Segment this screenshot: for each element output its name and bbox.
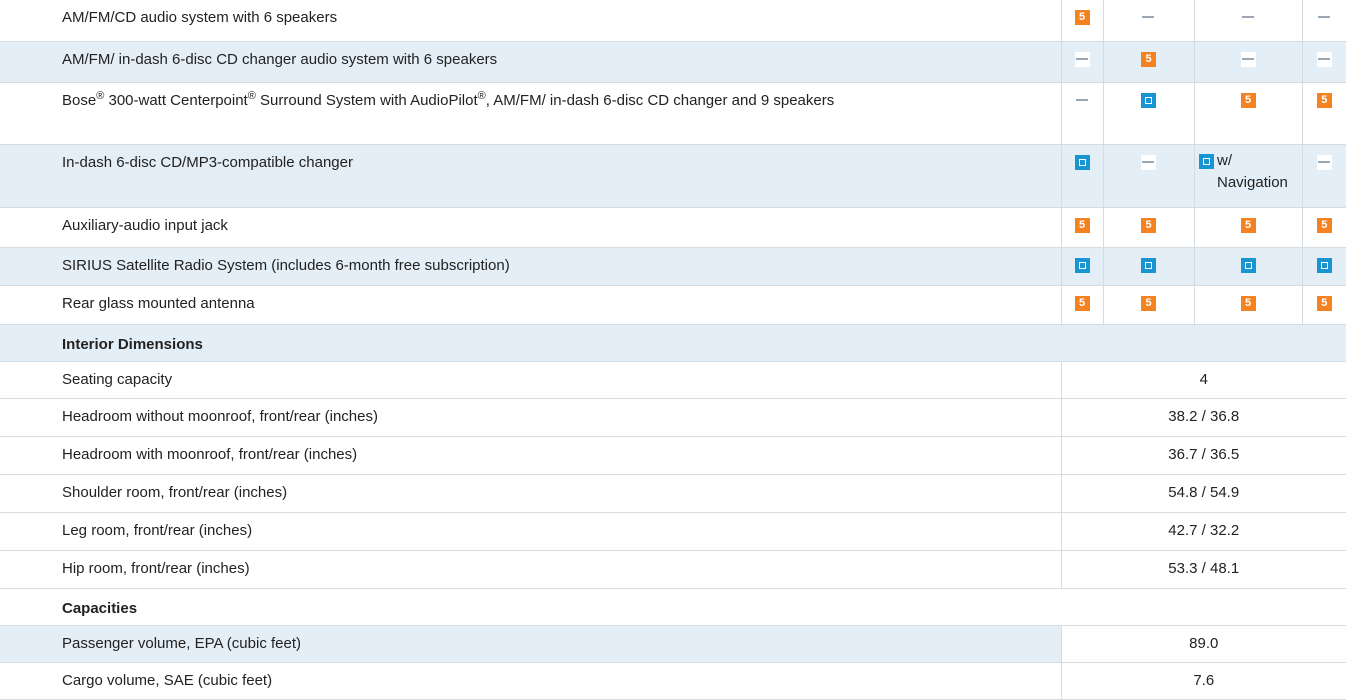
spec-value: 53.3 / 48.1 [1060,550,1346,588]
table-row: Headroom with moonroof, front/rear (inch… [0,436,1346,474]
table-row: Headroom without moonroof, front/rear (i… [0,398,1346,436]
standard-icon [1074,217,1090,233]
optional-icon [1074,257,1090,273]
table-row: In-dash 6-disc CD/MP3-compatible changer… [0,144,1346,207]
table-row: Passenger volume, EPA (cubic feet) 89.0 [0,625,1346,662]
table-row: Rear glass mounted antenna [0,285,1346,324]
section-header: Interior Dimensions [0,324,1346,361]
optional-icon [1240,257,1256,273]
optional-icon [1074,154,1090,170]
standard-icon [1316,217,1332,233]
section-header: Capacities [0,588,1346,625]
spec-label: Seating capacity [0,361,1061,398]
feature-label: Bose® 300-watt Centerpoint® Surround Sys… [0,82,1061,144]
spec-value: 42.7 / 32.2 [1060,512,1346,550]
table-row: SIRIUS Satellite Radio System (includes … [0,247,1346,285]
table-row: AM/FM/ in-dash 6-disc CD changer audio s… [0,41,1346,82]
spec-value: 7.6 [1060,662,1346,699]
feature-label: Rear glass mounted antenna [0,285,1061,324]
not-available-icon [1075,93,1090,108]
standard-icon [1074,10,1090,25]
spec-label: Headroom with moonroof, front/rear (inch… [0,436,1061,474]
table-row: AM/FM/CD audio system with 6 speakers [0,0,1346,41]
spec-value: 4 [1060,361,1346,398]
not-available-icon [1240,51,1256,67]
spec-label: Headroom without moonroof, front/rear (i… [0,398,1061,436]
table-row: Cargo volume, SAE (cubic feet) 7.6 [0,662,1346,699]
spec-label: Shoulder room, front/rear (inches) [0,474,1061,512]
feature-label: SIRIUS Satellite Radio System (includes … [0,247,1061,285]
feature-label: In-dash 6-disc CD/MP3-compatible changer [0,144,1061,207]
section-title-interior: Interior Dimensions [0,324,1346,361]
table-row: Auxiliary-audio input jack [0,207,1346,247]
spec-label: Leg room, front/rear (inches) [0,512,1061,550]
standard-icon [1240,295,1256,311]
spec-value: 54.8 / 54.9 [1060,474,1346,512]
standard-icon [1316,92,1332,108]
spec-label: Cargo volume, SAE (cubic feet) [0,662,1061,699]
feature-label: AM/FM/CD audio system with 6 speakers [0,0,1061,41]
table-row: Hip room, front/rear (inches) 53.3 / 48.… [0,550,1346,588]
feature-label: AM/FM/ in-dash 6-disc CD changer audio s… [0,41,1061,82]
standard-icon [1240,92,1256,108]
table-row: Shoulder room, front/rear (inches) 54.8 … [0,474,1346,512]
standard-icon [1141,51,1156,67]
not-available-icon [1141,154,1156,170]
standard-icon [1141,217,1156,233]
spec-value: 36.7 / 36.5 [1060,436,1346,474]
standard-icon [1074,295,1090,311]
table-row: Leg room, front/rear (inches) 42.7 / 32.… [0,512,1346,550]
navigation-note: w/ Navigation [1217,151,1288,191]
not-available-icon [1074,51,1090,67]
table-row: Seating capacity 4 [0,361,1346,398]
optional-icon [1316,257,1332,273]
table-row: Bose® 300-watt Centerpoint® Surround Sys… [0,82,1346,144]
not-available-icon [1141,10,1156,25]
not-available-icon [1316,51,1332,67]
not-available-icon [1316,154,1332,170]
standard-icon [1316,295,1332,311]
optional-icon [1141,257,1156,273]
not-available-icon [1317,10,1332,25]
section-title-capacities: Capacities [0,588,1346,625]
spec-label: Passenger volume, EPA (cubic feet) [0,625,1061,662]
feature-label: Auxiliary-audio input jack [0,207,1061,247]
specs-table: AM/FM/CD audio system with 6 speakers AM… [0,0,1346,700]
not-available-icon [1241,10,1256,25]
spec-value: 89.0 [1060,625,1346,662]
standard-icon [1141,295,1156,311]
spec-label: Hip room, front/rear (inches) [0,550,1061,588]
standard-icon [1240,217,1256,233]
optional-icon [1141,92,1156,108]
optional-icon [1199,153,1214,169]
spec-value: 38.2 / 36.8 [1060,398,1346,436]
